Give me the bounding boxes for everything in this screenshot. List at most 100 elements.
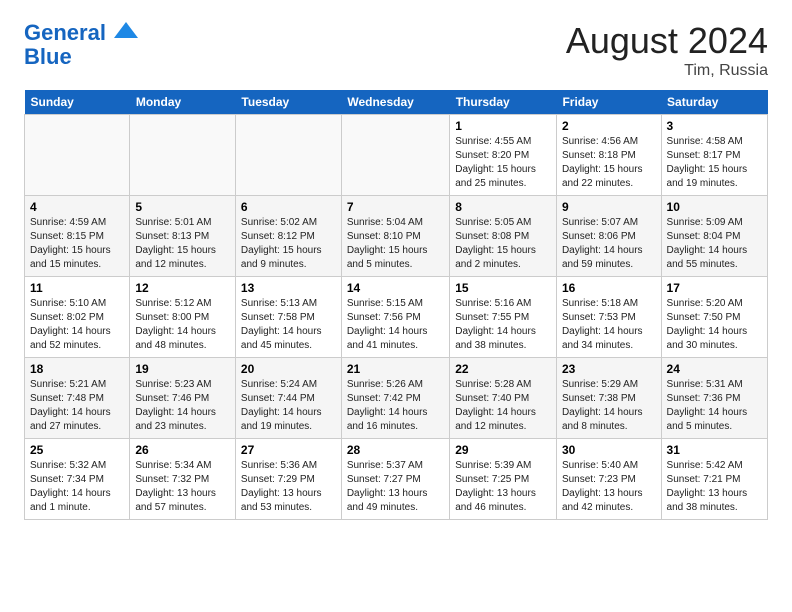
day-cell xyxy=(235,115,341,196)
weekday-header-thursday: Thursday xyxy=(450,90,557,115)
day-number: 7 xyxy=(347,200,444,214)
day-number: 5 xyxy=(135,200,230,214)
calendar-header: SundayMondayTuesdayWednesdayThursdayFrid… xyxy=(25,90,768,115)
day-cell: 3Sunrise: 4:58 AM Sunset: 8:17 PM Daylig… xyxy=(661,115,767,196)
day-number: 22 xyxy=(455,362,551,376)
day-cell: 25 Sunrise: 5:32 AM Sunset: 7:34 PM Dayli… xyxy=(25,439,130,520)
day-number: 25 xyxy=(30,443,124,457)
logo-blue-text: Blue xyxy=(24,45,138,69)
day-info: Sunrise: 5:36 AM Sunset: 7:29 PM Dayligh… xyxy=(241,459,336,515)
day-cell: 20 Sunrise: 5:24 AM Sunset: 7:44 PM Dayli… xyxy=(235,358,341,439)
day-info: Sunrise: 5:02 AM Sunset: 8:12 PM Dayligh… xyxy=(241,216,336,272)
day-number: 14 xyxy=(347,281,444,295)
day-number: 13 xyxy=(241,281,336,295)
day-info: Sunrise: 5:16 AM Sunset: 7:55 PM Dayligh… xyxy=(455,297,551,353)
day-info: Sunrise: 5:23 AM Sunset: 7:46 PM Dayligh… xyxy=(135,378,230,434)
day-number: 29 xyxy=(455,443,551,457)
day-cell: 17 Sunrise: 5:20 AM Sunset: 7:50 PM Dayli… xyxy=(661,277,767,358)
weekday-header-tuesday: Tuesday xyxy=(235,90,341,115)
title-block: August 2024 Tim, Russia xyxy=(566,20,768,80)
week-row-4: 18 Sunrise: 5:21 AM Sunset: 7:48 PM Dayli… xyxy=(25,358,768,439)
header-row: SundayMondayTuesdayWednesdayThursdayFrid… xyxy=(25,90,768,115)
day-number: 1 xyxy=(455,119,551,133)
day-info: Sunrise: 5:39 AM Sunset: 7:25 PM Dayligh… xyxy=(455,459,551,515)
weekday-header-monday: Monday xyxy=(130,90,236,115)
logo: General Blue xyxy=(24,20,138,69)
day-info: Sunrise: 5:42 AM Sunset: 7:21 PM Dayligh… xyxy=(667,459,762,515)
day-cell: 21Sunrise: 5:26 AM Sunset: 7:42 PM Dayli… xyxy=(341,358,449,439)
page: General Blue August 2024 Tim, Russia Sun… xyxy=(0,0,792,536)
weekday-header-wednesday: Wednesday xyxy=(341,90,449,115)
day-cell: 26Sunrise: 5:34 AM Sunset: 7:32 PM Dayli… xyxy=(130,439,236,520)
weekday-header-saturday: Saturday xyxy=(661,90,767,115)
day-number: 15 xyxy=(455,281,551,295)
header: General Blue August 2024 Tim, Russia xyxy=(24,20,768,80)
day-cell: 11Sunrise: 5:10 AM Sunset: 8:02 PM Dayli… xyxy=(25,277,130,358)
day-cell: 6 Sunrise: 5:02 AM Sunset: 8:12 PM Daylig… xyxy=(235,196,341,277)
day-cell: 23 Sunrise: 5:29 AM Sunset: 7:38 PM Dayli… xyxy=(556,358,661,439)
day-info: Sunrise: 5:04 AM Sunset: 8:10 PM Dayligh… xyxy=(347,216,444,272)
day-info: Sunrise: 5:32 AM Sunset: 7:34 PM Dayligh… xyxy=(30,459,124,515)
day-cell: 5 Sunrise: 5:01 AM Sunset: 8:13 PM Daylig… xyxy=(130,196,236,277)
day-cell: 7 Sunrise: 5:04 AM Sunset: 8:10 PM Daylig… xyxy=(341,196,449,277)
day-info: Sunrise: 5:15 AM Sunset: 7:56 PM Dayligh… xyxy=(347,297,444,353)
day-cell: 22 Sunrise: 5:28 AM Sunset: 7:40 PM Dayli… xyxy=(450,358,557,439)
day-number: 31 xyxy=(667,443,762,457)
day-cell: 15 Sunrise: 5:16 AM Sunset: 7:55 PM Dayli… xyxy=(450,277,557,358)
day-number: 24 xyxy=(667,362,762,376)
day-number: 8 xyxy=(455,200,551,214)
day-number: 11 xyxy=(30,281,124,295)
day-number: 26 xyxy=(135,443,230,457)
day-info: Sunrise: 5:01 AM Sunset: 8:13 PM Dayligh… xyxy=(135,216,230,272)
day-number: 23 xyxy=(562,362,656,376)
day-info: Sunrise: 5:21 AM Sunset: 7:48 PM Dayligh… xyxy=(30,378,124,434)
day-cell: 29 Sunrise: 5:39 AM Sunset: 7:25 PM Dayli… xyxy=(450,439,557,520)
day-info: Sunrise: 4:55 AM Sunset: 8:20 PM Dayligh… xyxy=(455,135,551,191)
location: Tim, Russia xyxy=(566,62,768,80)
week-row-3: 11Sunrise: 5:10 AM Sunset: 8:02 PM Dayli… xyxy=(25,277,768,358)
day-info: Sunrise: 5:09 AM Sunset: 8:04 PM Dayligh… xyxy=(667,216,762,272)
day-info: Sunrise: 5:28 AM Sunset: 7:40 PM Dayligh… xyxy=(455,378,551,434)
day-cell: 9Sunrise: 5:07 AM Sunset: 8:06 PM Daylig… xyxy=(556,196,661,277)
day-info: Sunrise: 4:58 AM Sunset: 8:17 PM Dayligh… xyxy=(667,135,762,191)
day-info: Sunrise: 5:07 AM Sunset: 8:06 PM Dayligh… xyxy=(562,216,656,272)
day-cell: 2Sunrise: 4:56 AM Sunset: 8:18 PM Daylig… xyxy=(556,115,661,196)
day-info: Sunrise: 5:12 AM Sunset: 8:00 PM Dayligh… xyxy=(135,297,230,353)
day-cell: 27Sunrise: 5:36 AM Sunset: 7:29 PM Dayli… xyxy=(235,439,341,520)
day-info: Sunrise: 5:05 AM Sunset: 8:08 PM Dayligh… xyxy=(455,216,551,272)
day-info: Sunrise: 5:20 AM Sunset: 7:50 PM Dayligh… xyxy=(667,297,762,353)
week-row-1: 1 Sunrise: 4:55 AM Sunset: 8:20 PM Daylig… xyxy=(25,115,768,196)
day-cell: 14 Sunrise: 5:15 AM Sunset: 7:56 PM Dayli… xyxy=(341,277,449,358)
day-cell: 12 Sunrise: 5:12 AM Sunset: 8:00 PM Dayli… xyxy=(130,277,236,358)
day-info: Sunrise: 5:26 AM Sunset: 7:42 PM Dayligh… xyxy=(347,378,444,434)
month-year: August 2024 xyxy=(566,20,768,62)
day-cell: 16Sunrise: 5:18 AM Sunset: 7:53 PM Dayli… xyxy=(556,277,661,358)
day-info: Sunrise: 4:56 AM Sunset: 8:18 PM Dayligh… xyxy=(562,135,656,191)
day-number: 12 xyxy=(135,281,230,295)
day-number: 6 xyxy=(241,200,336,214)
day-info: Sunrise: 5:24 AM Sunset: 7:44 PM Dayligh… xyxy=(241,378,336,434)
day-info: Sunrise: 5:31 AM Sunset: 7:36 PM Dayligh… xyxy=(667,378,762,434)
week-row-5: 25 Sunrise: 5:32 AM Sunset: 7:34 PM Dayli… xyxy=(25,439,768,520)
day-info: Sunrise: 5:37 AM Sunset: 7:27 PM Dayligh… xyxy=(347,459,444,515)
day-number: 18 xyxy=(30,362,124,376)
day-info: Sunrise: 5:29 AM Sunset: 7:38 PM Dayligh… xyxy=(562,378,656,434)
day-cell xyxy=(130,115,236,196)
day-info: Sunrise: 4:59 AM Sunset: 8:15 PM Dayligh… xyxy=(30,216,124,272)
day-number: 17 xyxy=(667,281,762,295)
day-cell: 10Sunrise: 5:09 AM Sunset: 8:04 PM Dayli… xyxy=(661,196,767,277)
calendar-body: 1 Sunrise: 4:55 AM Sunset: 8:20 PM Daylig… xyxy=(25,115,768,520)
day-cell: 8 Sunrise: 5:05 AM Sunset: 8:08 PM Daylig… xyxy=(450,196,557,277)
day-cell: 18 Sunrise: 5:21 AM Sunset: 7:48 PM Dayli… xyxy=(25,358,130,439)
day-cell: 31 Sunrise: 5:42 AM Sunset: 7:21 PM Dayli… xyxy=(661,439,767,520)
day-info: Sunrise: 5:40 AM Sunset: 7:23 PM Dayligh… xyxy=(562,459,656,515)
day-number: 4 xyxy=(30,200,124,214)
day-cell: 4 Sunrise: 4:59 AM Sunset: 8:15 PM Daylig… xyxy=(25,196,130,277)
day-cell xyxy=(341,115,449,196)
day-cell: 28Sunrise: 5:37 AM Sunset: 7:27 PM Dayli… xyxy=(341,439,449,520)
week-row-2: 4 Sunrise: 4:59 AM Sunset: 8:15 PM Daylig… xyxy=(25,196,768,277)
day-number: 16 xyxy=(562,281,656,295)
day-number: 20 xyxy=(241,362,336,376)
weekday-header-sunday: Sunday xyxy=(25,90,130,115)
day-cell: 30Sunrise: 5:40 AM Sunset: 7:23 PM Dayli… xyxy=(556,439,661,520)
